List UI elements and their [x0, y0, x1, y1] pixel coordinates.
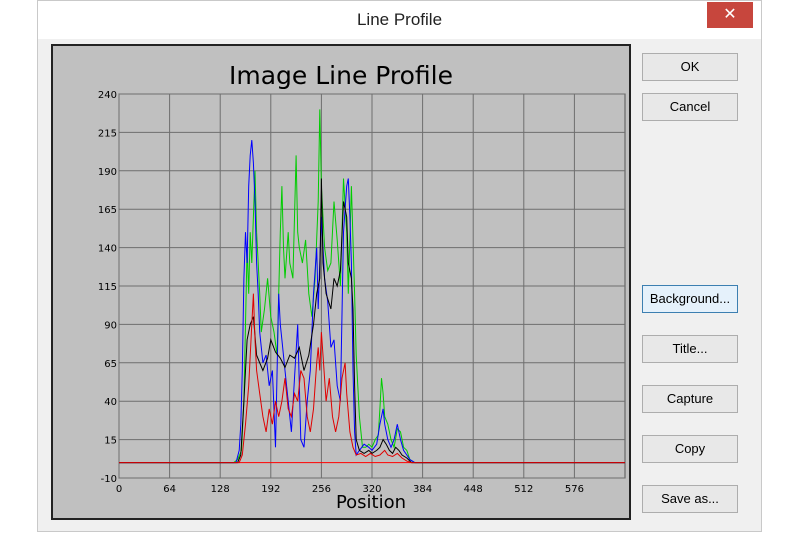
x-tick-label: 448 — [464, 484, 483, 495]
x-axis-label: Position — [336, 492, 406, 513]
cancel-button[interactable]: Cancel — [642, 93, 738, 121]
y-tick-label: 165 — [98, 205, 117, 216]
dialog-title: Line Profile — [356, 10, 443, 29]
x-tick-label: 192 — [261, 484, 280, 495]
x-tick-label: 0 — [116, 484, 122, 495]
y-tick-label: 240 — [98, 90, 117, 101]
line-profile-dialog: Line Profile ✕ Image Line Profile Positi… — [37, 0, 762, 532]
y-tick-label: -10 — [101, 474, 117, 485]
title-bar: Line Profile — [38, 1, 761, 39]
tick-labels: 0 64 128 192 256 320 384 448 512 576 -10 15 40 65 90 11… — [98, 90, 584, 495]
line-profile-chart: Image Line Profile Position 0 64 128 192 256… — [51, 44, 631, 520]
x-tick-label: 128 — [211, 484, 230, 495]
ok-button[interactable]: OK — [642, 53, 738, 81]
x-tick-label: 512 — [514, 484, 533, 495]
close-button[interactable]: ✕ — [707, 2, 753, 28]
grid — [118, 93, 626, 479]
chart-title: Image Line Profile — [229, 61, 453, 90]
y-tick-label: 65 — [104, 359, 117, 370]
y-tick-label: 140 — [98, 244, 117, 255]
chart-canvas: Image Line Profile Position 0 64 128 192 256… — [98, 61, 626, 513]
title-button[interactable]: Title... — [642, 335, 738, 363]
y-tick-label: 90 — [104, 320, 117, 331]
y-tick-label: 40 — [104, 397, 117, 408]
close-icon: ✕ — [723, 6, 737, 23]
x-tick-label: 64 — [163, 484, 176, 495]
save-as-button[interactable]: Save as... — [642, 485, 738, 513]
y-tick-label: 215 — [98, 128, 117, 139]
capture-button[interactable]: Capture — [642, 385, 738, 413]
copy-button[interactable]: Copy — [642, 435, 738, 463]
x-tick-label: 256 — [312, 484, 331, 495]
x-tick-label: 576 — [565, 484, 584, 495]
y-tick-label: 115 — [98, 282, 117, 293]
x-tick-label: 320 — [362, 484, 381, 495]
y-tick-label: 190 — [98, 167, 117, 178]
y-tick-label: 15 — [104, 436, 117, 447]
x-tick-label: 384 — [413, 484, 432, 495]
background-button[interactable]: Background... — [642, 285, 738, 313]
